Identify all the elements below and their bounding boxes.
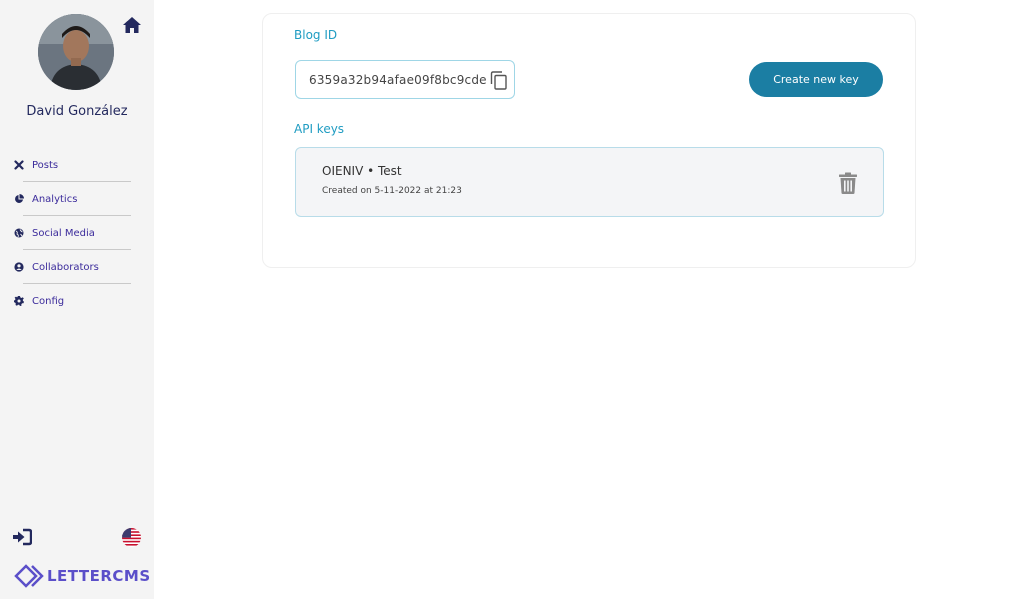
sidebar-item-label: Posts [32, 159, 59, 171]
sidebar-item-config[interactable]: Config [0, 284, 154, 318]
sidebar-item-label: Collaborators [32, 261, 99, 273]
sidebar-item-label: Social Media [32, 227, 95, 239]
flag-image [122, 528, 141, 547]
logout-icon[interactable] [12, 528, 32, 546]
blog-settings-card: Blog ID 6359a32b94afae09f8bc9cde Create … [262, 13, 916, 268]
sidebar: David González Posts Analytics Social Me… [0, 0, 154, 599]
sidebar-item-label: Analytics [32, 193, 78, 205]
blog-id-field[interactable]: 6359a32b94afae09f8bc9cde [295, 60, 515, 99]
logo-icon [14, 564, 44, 588]
avatar[interactable] [38, 14, 114, 90]
home-icon[interactable] [122, 16, 142, 34]
globe-icon [14, 228, 24, 238]
lettercms-logo: LETTERCMS [14, 564, 151, 588]
sidebar-item-collaborators[interactable]: Collaborators [0, 250, 154, 284]
api-key-name: OIENIV • Test [322, 164, 402, 178]
sidebar-item-posts[interactable]: Posts [0, 148, 154, 182]
sidebar-item-label: Config [32, 295, 65, 307]
sidebar-item-social-media[interactable]: Social Media [0, 216, 154, 250]
avatar-image [38, 14, 114, 90]
trash-icon[interactable] [838, 172, 858, 194]
gear-icon [14, 296, 24, 306]
user-circle-icon [14, 262, 24, 272]
user-name: David González [26, 104, 128, 119]
api-keys-label: API keys [294, 122, 345, 136]
pie-chart-icon [15, 194, 24, 203]
api-key-item: OIENIV • Test Created on 5-11-2022 at 21… [295, 147, 884, 217]
sidebar-item-analytics[interactable]: Analytics [0, 182, 154, 216]
blog-id-label: Blog ID [294, 28, 338, 42]
logo-text: LETTERCMS [47, 567, 151, 585]
sidebar-nav: Posts Analytics Social Media Collaborato… [0, 148, 154, 318]
api-key-created: Created on 5-11-2022 at 21:23 [322, 186, 462, 196]
copy-icon[interactable] [490, 71, 508, 90]
blog-id-value: 6359a32b94afae09f8bc9cde [309, 72, 487, 87]
us-flag-icon[interactable] [122, 528, 141, 547]
create-new-key-button[interactable]: Create new key [749, 62, 883, 97]
close-x-icon [14, 160, 24, 170]
